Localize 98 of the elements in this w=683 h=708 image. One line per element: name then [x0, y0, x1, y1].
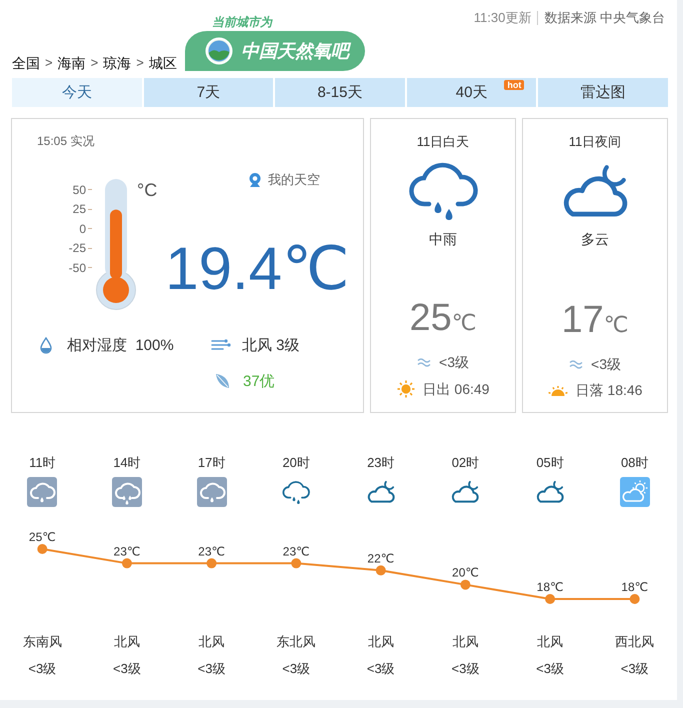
wind-direction: 东北风 [276, 634, 316, 650]
weather-text: 多云 [581, 230, 609, 248]
period-title: 11日白天 [416, 133, 470, 150]
scale-label: 50 [62, 180, 92, 200]
sun-time: 日出 06:49 [422, 381, 490, 397]
data-point [460, 580, 470, 590]
wind-direction: 北风 [537, 634, 564, 650]
wind-level: <3级 [198, 661, 226, 677]
hour-label: 05时 [536, 455, 564, 471]
sun-icon [396, 380, 415, 398]
data-point [545, 594, 556, 604]
scale-label: 0 [62, 219, 92, 238]
rain-cloud-icon [27, 477, 58, 507]
hour-label: 17时 [198, 455, 226, 471]
wave-icon [569, 359, 584, 369]
wind-level: <3级 [591, 356, 621, 372]
data-point [291, 558, 302, 568]
breadcrumb-link[interactable]: 城区 [148, 54, 177, 72]
wind-direction: 北风 [452, 634, 478, 650]
cloud-moon-icon [451, 480, 480, 504]
data-label: 20℃ [452, 566, 479, 580]
breadcrumb-link[interactable]: 海南 [58, 54, 86, 72]
hour-label: 08时 [620, 455, 648, 471]
data-label: 23℃ [114, 544, 140, 558]
tab[interactable]: 雷达图 [538, 78, 668, 107]
tab[interactable]: 40天 hot [406, 78, 536, 107]
leaf-icon [215, 373, 230, 389]
data-label: 25℃ [28, 530, 56, 544]
data-point [37, 544, 48, 554]
wind-direction: 西北风 [615, 634, 654, 650]
wind-icon [211, 339, 231, 351]
humidity-text: 相对湿度 100% [67, 336, 174, 354]
tab[interactable]: 8-15天 [275, 78, 405, 107]
wind-text: 北风 3级 [242, 336, 300, 354]
update-time: 11:30更新 [474, 10, 532, 26]
sky-link[interactable]: 我的天空 [248, 171, 320, 189]
tab[interactable]: 今天 [12, 78, 142, 107]
hour-label: 11时 [29, 455, 56, 471]
period-temperature: 25℃ [410, 296, 476, 341]
hour-label: 14时 [113, 455, 141, 471]
weather-text: 中雨 [429, 230, 457, 248]
period-title: 11日夜间 [568, 133, 622, 150]
wave-icon [417, 357, 432, 367]
data-label: 22℃ [367, 551, 394, 566]
data-point [206, 558, 217, 568]
hour-label: 20时 [282, 455, 310, 471]
breadcrumb-separator: > [90, 54, 98, 72]
wind-direction: 北风 [198, 634, 225, 650]
cloud-moon-icon [536, 480, 564, 504]
hot-badge: hot [504, 80, 524, 90]
wind-direction: 东南风 [22, 634, 62, 650]
round-emblem-icon [204, 37, 233, 65]
wind-level: <3级 [366, 661, 395, 677]
water-drop-icon [40, 336, 52, 354]
breadcrumb-link[interactable]: 全国 [12, 54, 40, 72]
data-label: 18℃ [621, 580, 648, 594]
cloud-moon-icon [562, 163, 628, 219]
sun-time: 日落 18:46 [576, 382, 642, 398]
data-label: 18℃ [536, 580, 564, 594]
data-label: 23℃ [198, 544, 225, 558]
data-point [122, 558, 132, 568]
cloud-moon-icon [366, 480, 395, 504]
scale-label: -25 [62, 238, 92, 258]
wind-level: <3级 [28, 661, 56, 677]
wind-level: <3级 [452, 661, 480, 677]
thermometer-bulb-fill [103, 277, 129, 303]
cloud-sun-icon [620, 477, 650, 507]
wind-direction: 北风 [368, 634, 394, 650]
tab[interactable]: 7天 [144, 78, 274, 107]
data-point [376, 565, 386, 576]
breadcrumb-separator: > [136, 54, 144, 72]
wind-level: <3级 [113, 661, 141, 677]
wind-level: <3级 [282, 661, 310, 677]
rain-cloud-icon [408, 160, 478, 222]
hour-label: 02时 [452, 455, 480, 471]
wind-level: <3级 [439, 354, 469, 370]
rain-cloud-icon [282, 480, 310, 504]
half-sun-icon [548, 384, 568, 396]
wind-level: <3级 [620, 661, 649, 677]
city-caption: 当前城市为 [212, 15, 272, 29]
data-source: 数据来源 中央气象台 [544, 10, 665, 26]
hour-label: 23时 [367, 455, 395, 471]
wind-direction: 北风 [114, 634, 140, 650]
breadcrumb-link[interactable]: 琼海 [103, 54, 132, 72]
rain-cloud-icon [196, 477, 227, 507]
observation-time: 15:05 实况 [37, 133, 94, 149]
wind-level: <3级 [536, 661, 564, 677]
unit-label: °C [137, 179, 158, 201]
data-label: 23℃ [282, 544, 310, 558]
period-temperature: 17℃ [562, 298, 628, 343]
pin-icon [248, 172, 262, 188]
breadcrumb-separator: > [45, 54, 53, 72]
scale-label: 25 [62, 200, 92, 219]
current-temperature: 19.4℃ [165, 239, 350, 299]
air-quality-text: 37优 [243, 372, 275, 390]
rain-cloud-icon [112, 477, 142, 507]
scale-label: -50 [62, 258, 92, 278]
data-point [630, 594, 640, 604]
